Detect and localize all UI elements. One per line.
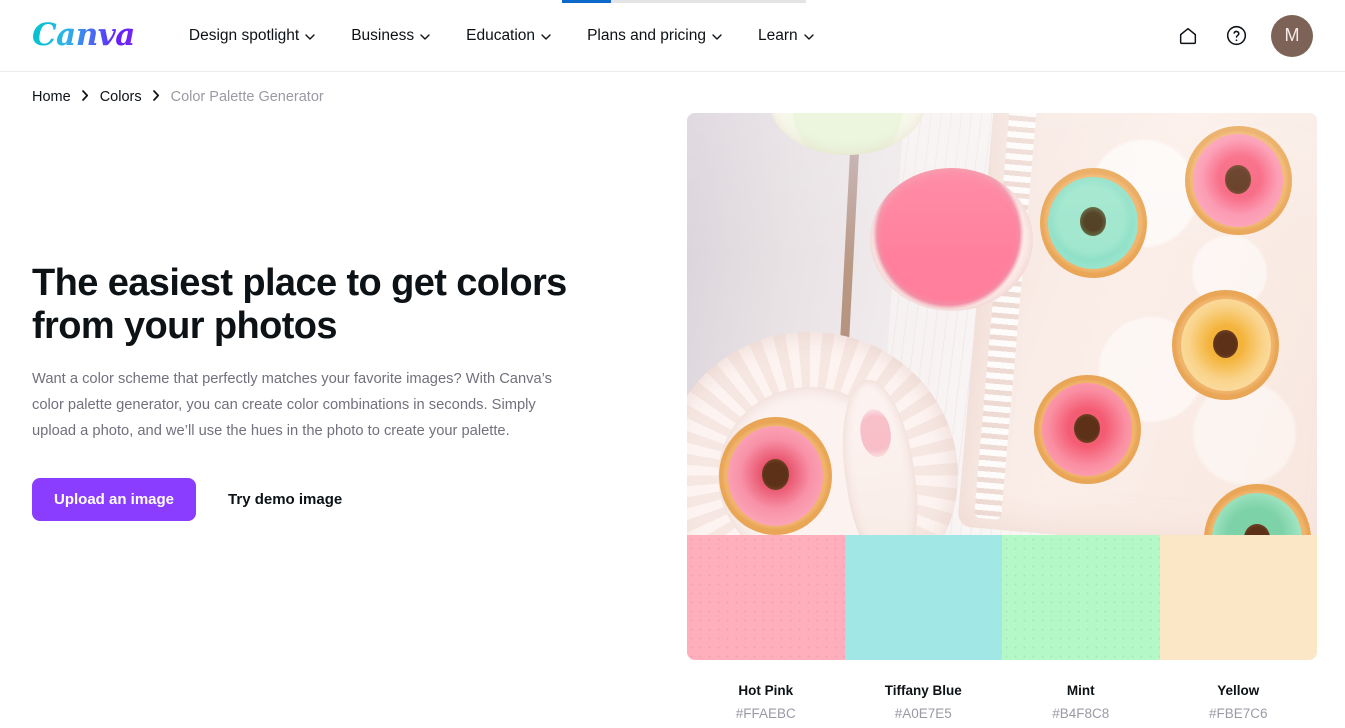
site-header: Canva Design spotlight Business Educatio…: [0, 0, 1345, 72]
preview-panel: Hot Pink #FFAEBC Tiffany Blue #A0E7E5 Mi…: [687, 113, 1317, 722]
page-title-line-1: The easiest place to get colors: [32, 262, 567, 304]
breadcrumb-item-home[interactable]: Home: [32, 89, 71, 105]
upload-an-image-button[interactable]: Upload an image: [32, 477, 197, 521]
home-icon[interactable]: [1175, 23, 1201, 49]
chevron-down-icon: [541, 33, 551, 40]
header-actions: M: [1175, 14, 1313, 57]
color-palette-labels: Hot Pink #FFAEBC Tiffany Blue #A0E7E5 Mi…: [687, 683, 1317, 722]
progress-fill: [562, 0, 611, 3]
color-hex[interactable]: #B4F8C8: [1002, 706, 1160, 722]
color-palette-strip: [687, 535, 1317, 660]
nav-label: Plans and pricing: [587, 26, 706, 44]
palette-label-tiffany-blue: Tiffany Blue #A0E7E5: [845, 683, 1003, 722]
chevron-down-icon: [420, 33, 430, 40]
chevron-down-icon: [803, 33, 814, 40]
photo-donut-pink-middle: [1033, 374, 1141, 485]
photo-donut-pink-top: [1184, 125, 1292, 236]
color-hex[interactable]: #FBE7C6: [1160, 706, 1318, 722]
cta-row: Upload an image Try demo image: [32, 477, 572, 521]
chevron-right-icon: [81, 90, 89, 104]
nav-item-design-spotlight[interactable]: Design spotlight: [189, 27, 315, 45]
palette-label-yellow: Yellow #FBE7C6: [1160, 683, 1318, 722]
photo-donut-on-plate: [718, 416, 832, 535]
breadcrumb: Home Colors Color Palette Generator: [32, 89, 324, 105]
chevron-right-icon: [152, 90, 160, 104]
page-title: The easiest place to get colors from you…: [32, 262, 572, 347]
page-description: Want a color scheme that perfectly match…: [32, 371, 552, 440]
color-swatch-mint[interactable]: [1002, 535, 1160, 660]
color-name: Mint: [1066, 683, 1095, 698]
nav-item-business[interactable]: Business: [351, 27, 430, 45]
breadcrumb-item-colors[interactable]: Colors: [100, 89, 142, 105]
photo-donut-yellow: [1172, 290, 1280, 400]
try-demo-image-button[interactable]: Try demo image: [228, 492, 342, 507]
chevron-down-icon: [305, 33, 315, 40]
color-swatch-yellow[interactable]: [1159, 535, 1317, 660]
color-name: Tiffany Blue: [884, 683, 962, 698]
help-circle-icon[interactable]: [1223, 23, 1249, 49]
hero-section: The easiest place to get colors from you…: [32, 262, 572, 521]
nav-item-plans-and-pricing[interactable]: Plans and pricing: [587, 27, 722, 45]
nav-item-education[interactable]: Education: [466, 27, 551, 45]
palette-label-hot-pink: Hot Pink #FFAEBC: [687, 683, 845, 722]
canva-logo[interactable]: Canva: [32, 20, 141, 51]
photo-pink-icing-bowl: [869, 167, 1034, 312]
palette-label-mint: Mint #B4F8C8: [1002, 683, 1160, 722]
page-loading-progress: [562, 0, 806, 3]
nav-label: Education: [466, 26, 536, 44]
color-swatch-hot-pink[interactable]: [687, 535, 845, 660]
nav-label: Design spotlight: [188, 26, 300, 44]
page-title-line-2: from your photos: [32, 304, 338, 347]
chevron-down-icon: [712, 33, 722, 40]
photo-donut-mint: [1039, 167, 1147, 278]
main-navigation: Design spotlight Business Education Plan…: [189, 27, 814, 45]
nav-item-learn[interactable]: Learn: [758, 27, 814, 45]
nav-label: Business: [351, 26, 415, 44]
color-hex[interactable]: #FFAEBC: [687, 706, 845, 722]
breadcrumb-item-current: Color Palette Generator: [170, 89, 324, 105]
nav-label: Learn: [757, 26, 798, 44]
color-name: Yellow: [1217, 683, 1260, 698]
color-hex[interactable]: #A0E7E5: [845, 706, 1003, 722]
uploaded-photo[interactable]: [687, 113, 1317, 535]
color-swatch-tiffany-blue[interactable]: [844, 535, 1002, 660]
color-name: Hot Pink: [738, 683, 794, 698]
user-avatar[interactable]: M: [1271, 14, 1313, 57]
